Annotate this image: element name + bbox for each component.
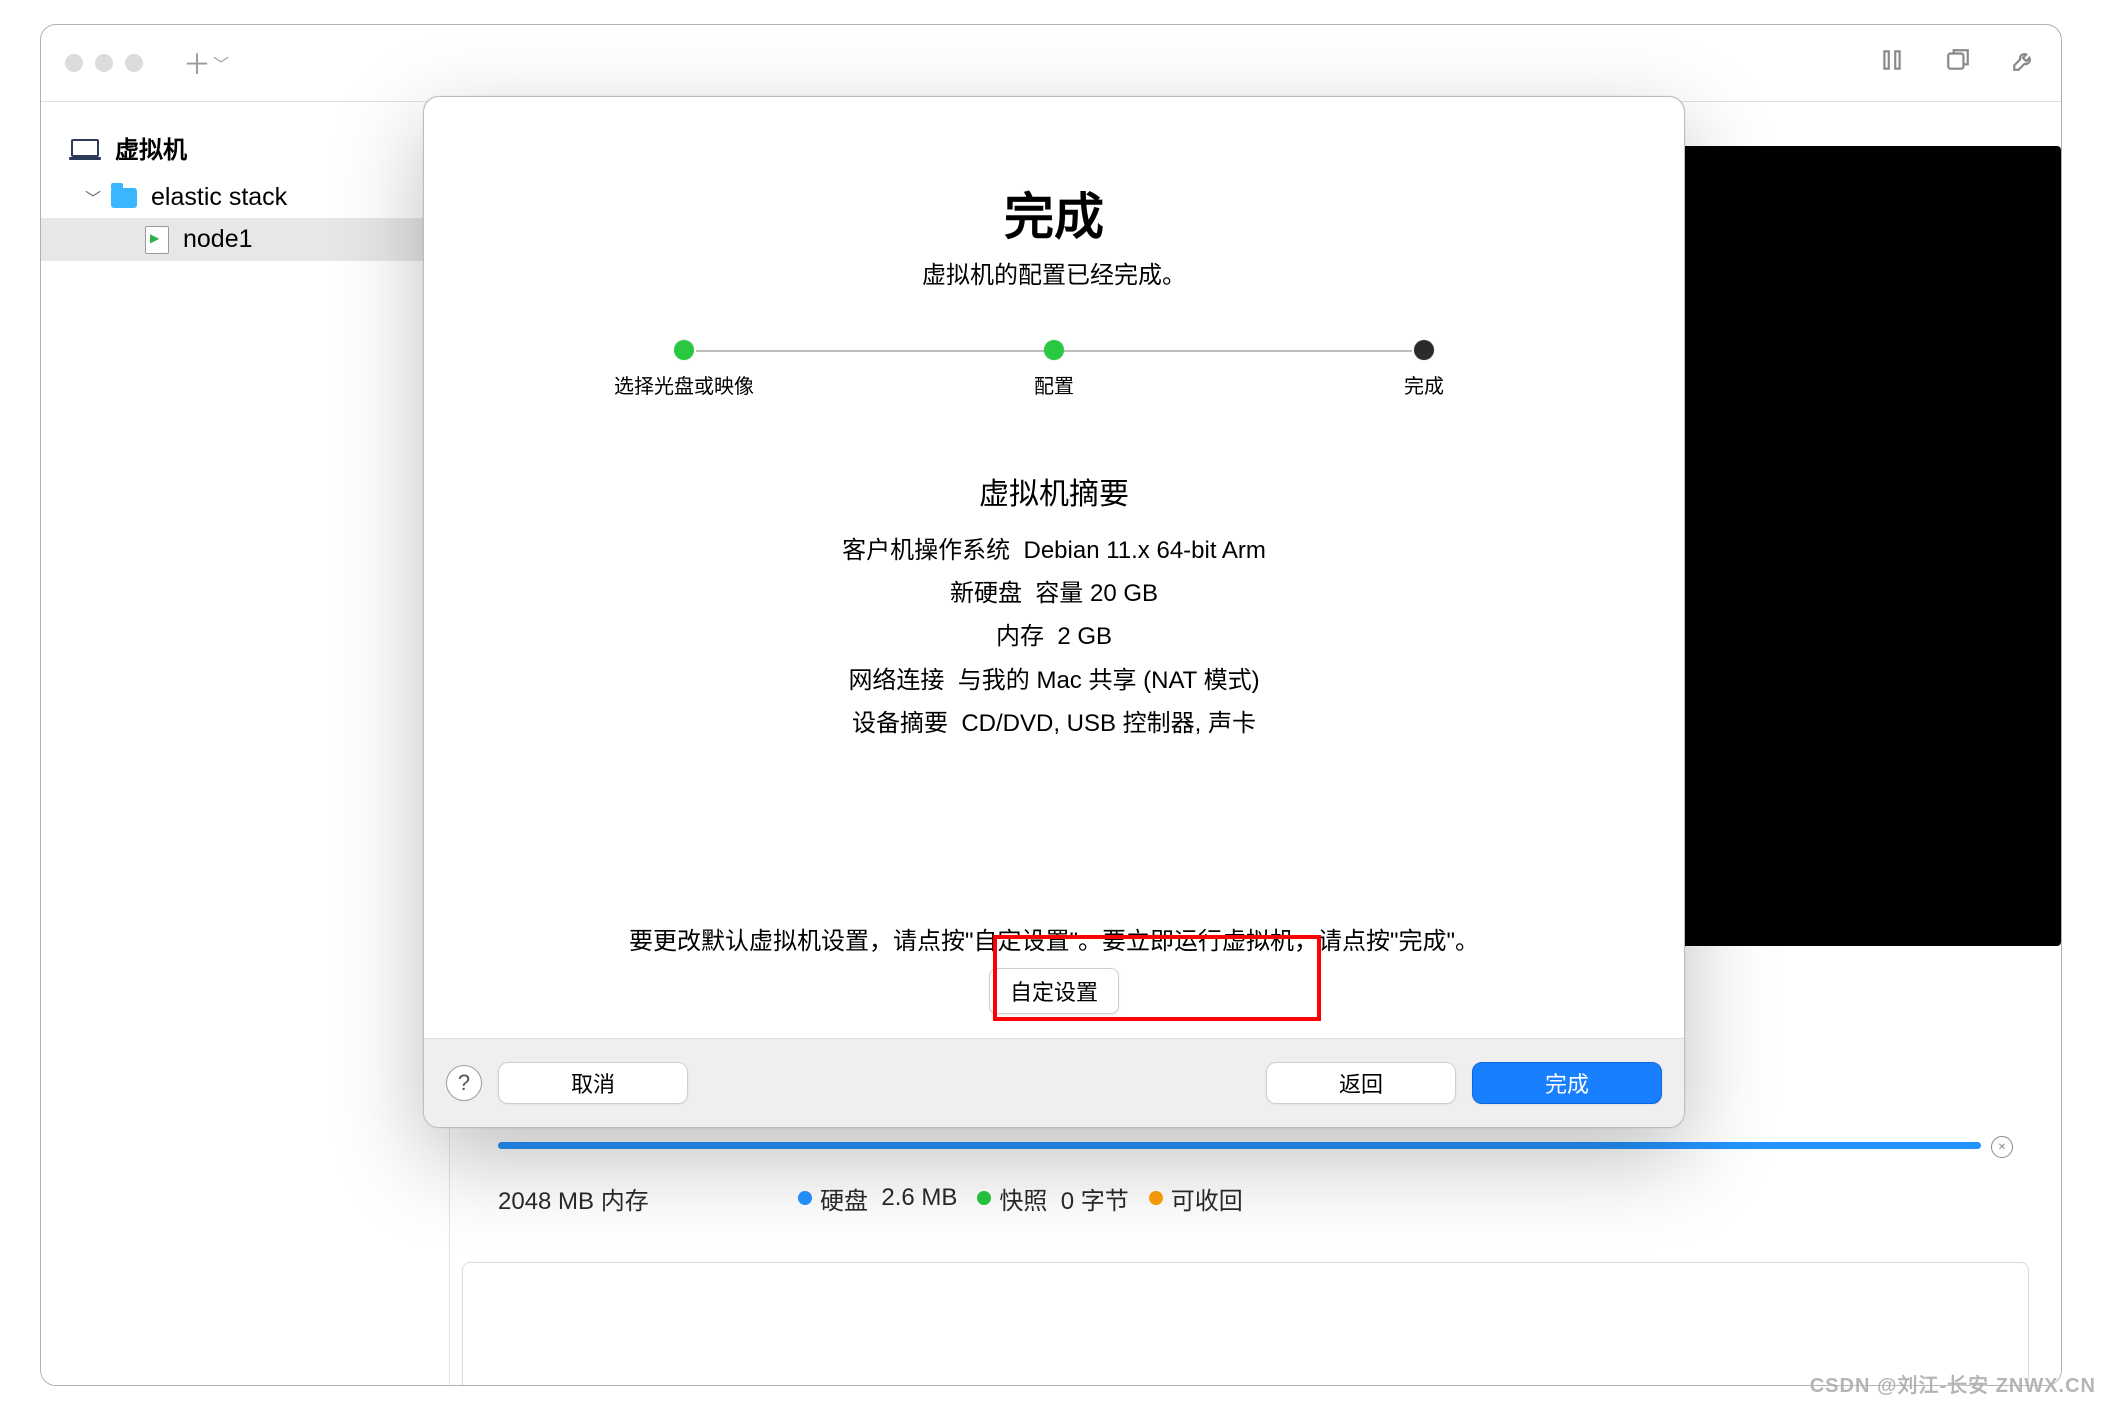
wizard-modal: 完成 虚拟机的配置已经完成。 选择光盘或映像 配置 完成 虚拟机摘要 客户机操作…	[423, 96, 1685, 1128]
vm-icon	[145, 226, 169, 254]
summary-key: 新硬盘	[950, 572, 1022, 615]
summary-key: 网络连接	[848, 659, 944, 702]
step-label: 选择光盘或映像	[614, 370, 754, 399]
status-disk-label: 硬盘	[820, 1181, 868, 1216]
sidebar-group-label: elastic stack	[151, 183, 287, 212]
step-label: 完成	[1404, 370, 1444, 399]
sidebar-item-node1[interactable]: node1	[41, 218, 449, 261]
details-card	[462, 1262, 2029, 1386]
summary-key: 设备摘要	[852, 702, 948, 745]
modal-footer: ? 取消 返回 完成	[424, 1039, 1684, 1127]
traffic-light-zoom[interactable]	[125, 54, 143, 72]
summary-key: 客户机操作系统	[842, 529, 1010, 572]
status-snap-label: 快照	[999, 1181, 1047, 1216]
step-dot-icon	[1044, 340, 1064, 360]
summary-row-memory: 内存 2 GB	[424, 615, 1684, 658]
summary-row-devices: 设备摘要 CD/DVD, USB 控制器, 声卡	[424, 702, 1684, 745]
traffic-light-close[interactable]	[65, 54, 83, 72]
folder-icon	[111, 188, 137, 208]
instruction-text: 要更改默认虚拟机设置，请点按"自定设置"。要立即运行虚拟机，请点按"完成"。	[424, 921, 1684, 956]
sidebar: 虚拟机 ﹀ elastic stack node1	[41, 102, 450, 1386]
instruction-row: 要更改默认虚拟机设置，请点按"自定设置"。要立即运行虚拟机，请点按"完成"。 自…	[424, 921, 1684, 1014]
help-button[interactable]: ?	[446, 1065, 482, 1101]
sidebar-group-elastic-stack[interactable]: ﹀ elastic stack	[41, 177, 449, 218]
summary-value: 2 GB	[1057, 623, 1112, 650]
progress-cancel-button[interactable]: ✕	[1991, 1136, 2013, 1158]
step-label: 配置	[1034, 370, 1074, 399]
snapshot-icon[interactable]	[1945, 47, 1971, 80]
wrench-icon[interactable]	[2011, 47, 2037, 80]
custom-settings-button[interactable]: 自定设置	[989, 968, 1119, 1014]
summary-title: 虚拟机摘要	[424, 469, 1684, 513]
summary-row-disk: 新硬盘 容量 20 GB	[424, 572, 1684, 615]
dot-orange-icon	[1149, 1191, 1163, 1205]
modal-body: 完成 虚拟机的配置已经完成。 选择光盘或映像 配置 完成 虚拟机摘要 客户机操作…	[424, 97, 1684, 1039]
status-memory: 2048 MB 内存	[498, 1181, 778, 1216]
wizard-steps: 选择光盘或映像 配置 完成	[684, 340, 1424, 399]
dot-green-icon	[977, 1191, 991, 1205]
pause-icon[interactable]	[1879, 47, 1905, 80]
main-toolbar: ＋ ﹀	[41, 25, 2061, 102]
step-dot-icon	[1414, 340, 1434, 360]
status-reclaim-label: 可收回	[1171, 1181, 1243, 1216]
finish-button[interactable]: 完成	[1472, 1062, 1662, 1104]
laptop-icon	[71, 139, 99, 157]
chevron-down-icon: ﹀	[85, 185, 101, 209]
status-disk-value: 2.6 MB	[881, 1184, 957, 1212]
back-button[interactable]: 返回	[1266, 1062, 1456, 1104]
modal-subtitle: 虚拟机的配置已经完成。	[424, 255, 1684, 290]
summary-value: Debian 11.x 64-bit Arm	[1024, 537, 1266, 564]
traffic-light-minimize[interactable]	[95, 54, 113, 72]
cancel-button[interactable]: 取消	[498, 1062, 688, 1104]
plus-icon: ＋	[183, 43, 211, 83]
dot-blue-icon	[798, 1191, 812, 1205]
status-row: 2048 MB 内存 硬盘 2.6 MB 快照 0 字节 可收回	[498, 1178, 2047, 1218]
watermark: CSDN @刘江-长安 ZNWX.CN	[1810, 1369, 2096, 1398]
progress-track	[498, 1142, 1981, 1149]
sidebar-item-label: node1	[183, 225, 253, 254]
vm-summary: 虚拟机摘要 客户机操作系统 Debian 11.x 64-bit Arm 新硬盘…	[424, 469, 1684, 745]
summary-row-network: 网络连接 与我的 Mac 共享 (NAT 模式)	[424, 659, 1684, 702]
modal-title: 完成	[424, 177, 1684, 249]
sidebar-header: 虚拟机	[41, 122, 449, 177]
summary-value: 容量 20 GB	[1035, 580, 1158, 607]
summary-row-os: 客户机操作系统 Debian 11.x 64-bit Arm	[424, 529, 1684, 572]
summary-value: 与我的 Mac 共享 (NAT 模式)	[958, 667, 1260, 694]
summary-key: 内存	[996, 615, 1044, 658]
summary-value: CD/DVD, USB 控制器, 声卡	[961, 710, 1256, 737]
sidebar-header-label: 虚拟机	[115, 130, 187, 165]
progress-fill	[498, 1142, 1981, 1149]
add-tab-button[interactable]: ＋ ﹀	[183, 43, 229, 83]
chevron-down-icon: ﹀	[213, 51, 229, 75]
status-snap-value: 0 字节	[1061, 1181, 1129, 1216]
step-dot-icon	[674, 340, 694, 360]
